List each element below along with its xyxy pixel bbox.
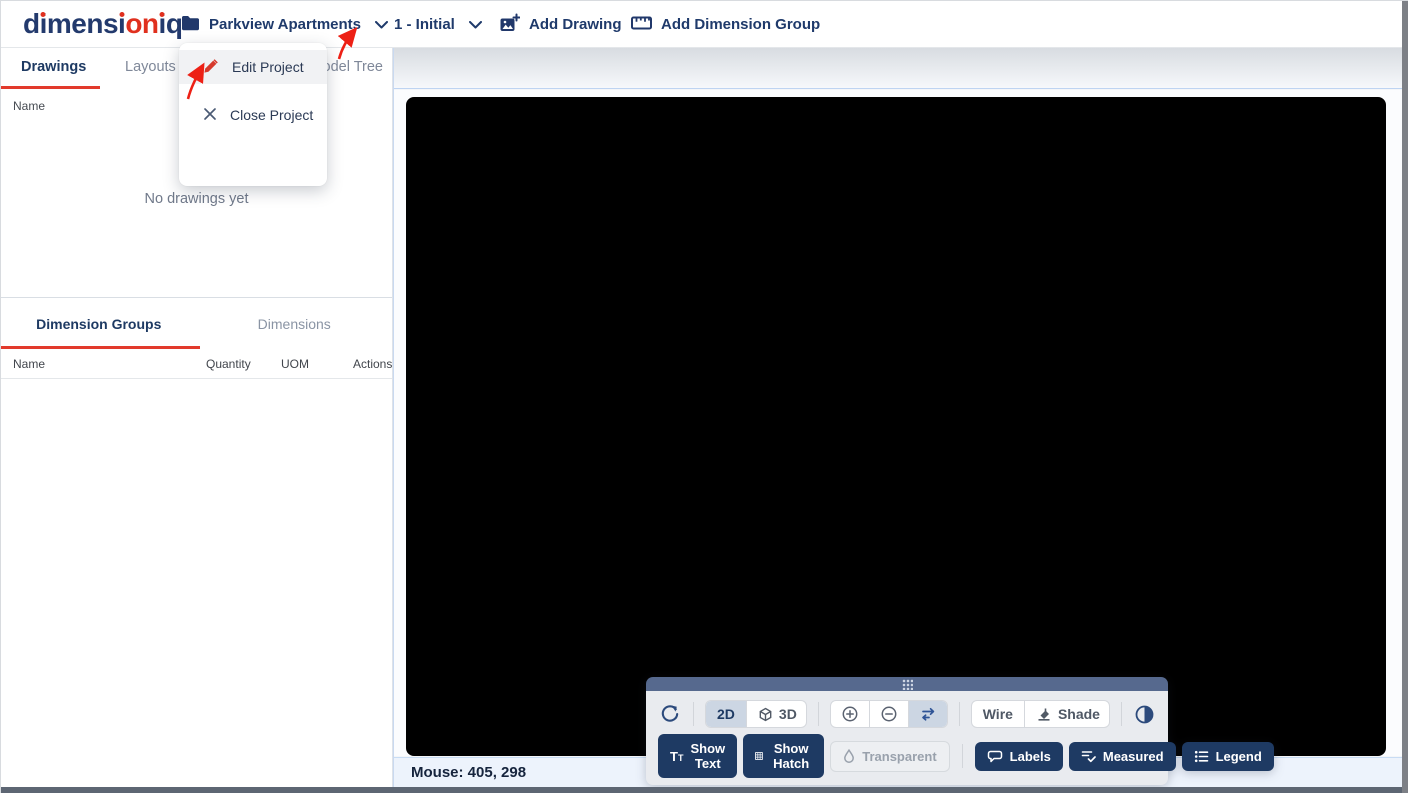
labels-label: Labels xyxy=(1010,749,1051,764)
add-drawing-label: Add Drawing xyxy=(529,16,622,33)
project-selector[interactable]: Parkview Apartments xyxy=(181,1,388,48)
legend-label: Legend xyxy=(1216,749,1262,764)
logo-segment: d xyxy=(23,8,40,39)
drawings-empty-text: No drawings yet xyxy=(1,191,392,207)
column-header-name: Name xyxy=(13,357,45,371)
shade-button[interactable]: Shade xyxy=(1024,701,1110,727)
app-logo: dimensioniq xyxy=(23,8,182,40)
logo-segment: q xyxy=(166,8,183,39)
contrast-icon xyxy=(1135,705,1154,724)
folder-icon xyxy=(181,15,200,35)
column-header-uom: UOM xyxy=(281,357,309,371)
legend-list-icon xyxy=(1194,750,1209,763)
swap-arrows-icon xyxy=(920,707,937,721)
pencil-icon xyxy=(203,58,219,77)
droplet-icon xyxy=(843,749,855,763)
window-bottom-edge xyxy=(1,787,1408,793)
version-label: 1 - Initial xyxy=(394,16,455,33)
chevron-down-icon[interactable] xyxy=(469,16,482,33)
viewer-viewport: 2D 3D xyxy=(394,90,1402,756)
viewer-toolbar: 2D 3D xyxy=(646,677,1168,785)
top-bar: dimensioniq Parkview Apartments 1 - Init… xyxy=(1,1,1408,48)
divider xyxy=(962,744,963,768)
legend-button[interactable]: Legend xyxy=(1182,742,1274,771)
logo-segment: i xyxy=(118,8,125,39)
tab-layouts[interactable]: Layouts xyxy=(125,59,176,75)
logo-segment: i xyxy=(40,8,47,39)
measured-label: Measured xyxy=(1103,749,1164,764)
viewer-area: 2D 3D xyxy=(393,48,1402,787)
ruler-icon xyxy=(631,16,652,34)
menu-item-close-project[interactable]: Close Project xyxy=(179,98,327,132)
tab-drawings[interactable]: Drawings xyxy=(21,59,86,75)
logo-segment: on xyxy=(125,8,158,39)
render-style-group: Wire Shade xyxy=(971,700,1110,728)
tab-dimensions[interactable]: Dimensions xyxy=(197,298,393,349)
toolbar-drag-handle[interactable] xyxy=(646,677,1168,691)
show-text-button[interactable]: TT Show Text xyxy=(658,734,737,778)
grip-dots-icon xyxy=(902,679,913,690)
project-name-label: Parkview Apartments xyxy=(209,16,361,33)
logo-segment: mens xyxy=(47,8,118,39)
menu-item-edit-project[interactable]: Edit Project xyxy=(179,50,327,84)
mode-3d-button[interactable]: 3D xyxy=(746,701,807,727)
transparent-button[interactable]: Transparent xyxy=(830,741,949,772)
chevron-down-icon[interactable] xyxy=(375,16,388,33)
add-drawing-button[interactable]: Add Drawing xyxy=(499,1,622,48)
column-header-actions: Actions xyxy=(353,357,392,371)
divider xyxy=(1121,702,1122,726)
tab-dimension-groups[interactable]: Dimension Groups xyxy=(1,298,197,349)
shade-label: Shade xyxy=(1058,706,1100,722)
mode-2d-button[interactable]: 2D xyxy=(706,701,746,727)
window-right-edge xyxy=(1402,1,1408,793)
toolbar-body: 2D 3D xyxy=(646,691,1168,785)
contrast-button[interactable] xyxy=(1133,703,1156,726)
dimension-tabs: Dimension Groups Dimensions xyxy=(1,297,392,349)
project-menu: Edit Project Close Project xyxy=(179,43,327,186)
labels-button[interactable]: Labels xyxy=(975,742,1063,771)
label-bubble-icon xyxy=(987,750,1003,763)
divider xyxy=(818,702,819,726)
circle-minus-icon xyxy=(881,706,897,722)
cube-3d-icon xyxy=(758,707,773,722)
show-hatch-button[interactable]: Show Hatch xyxy=(743,734,824,778)
zoom-in-button[interactable] xyxy=(831,701,869,727)
add-image-icon xyxy=(499,13,520,37)
divider xyxy=(959,702,960,726)
pan-swap-button[interactable] xyxy=(908,701,947,727)
divider xyxy=(693,702,694,726)
viewer-canvas[interactable] xyxy=(406,97,1386,756)
app-window: dimensioniq Parkview Apartments 1 - Init… xyxy=(0,0,1408,793)
dimension-table-header: Name Quantity UOM Actions xyxy=(1,349,392,379)
logo-segment: i xyxy=(159,8,166,39)
hatch-grid-icon xyxy=(755,749,763,763)
show-text-label: Show Text xyxy=(690,741,725,771)
viewer-header-band xyxy=(394,48,1402,89)
add-dimension-group-button[interactable]: Add Dimension Group xyxy=(631,1,820,48)
zoom-group xyxy=(830,700,947,728)
column-header-quantity: Quantity xyxy=(206,357,251,371)
edit-project-label: Edit Project xyxy=(232,59,304,75)
close-project-label: Close Project xyxy=(230,107,313,123)
add-dimension-group-label: Add Dimension Group xyxy=(661,16,820,33)
view-mode-group: 2D 3D xyxy=(705,700,807,728)
rotate-icon xyxy=(660,704,680,724)
transparent-label: Transparent xyxy=(862,749,936,764)
wire-button[interactable]: Wire xyxy=(972,701,1024,727)
list-check-icon xyxy=(1081,749,1096,763)
version-selector[interactable]: 1 - Initial xyxy=(394,1,482,48)
mode-3d-label: 3D xyxy=(779,706,797,722)
text-icon: TT xyxy=(670,750,683,763)
measured-button[interactable]: Measured xyxy=(1069,742,1176,771)
zoom-out-button[interactable] xyxy=(869,701,908,727)
shade-fill-icon xyxy=(1036,706,1052,722)
close-icon xyxy=(203,107,217,124)
rotate-view-button[interactable] xyxy=(658,702,682,726)
show-hatch-label: Show Hatch xyxy=(770,741,812,771)
circle-plus-icon xyxy=(842,706,858,722)
